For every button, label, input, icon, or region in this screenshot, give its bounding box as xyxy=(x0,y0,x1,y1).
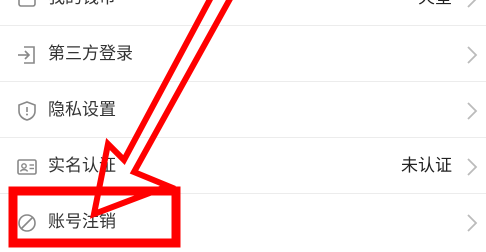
settings-row-label: 账号注销 xyxy=(48,212,116,232)
settings-row-wallet[interactable]: 我的钱币 火星 xyxy=(0,0,486,26)
settings-row-real-name[interactable]: 实名认证 未认证 xyxy=(0,138,486,194)
settings-row-delete-account[interactable]: 账号注销 xyxy=(0,194,486,250)
settings-row-label: 实名认证 xyxy=(48,156,116,176)
settings-row-label: 第三方登录 xyxy=(48,44,133,64)
chevron-right-icon xyxy=(466,45,478,65)
chevron-right-icon xyxy=(466,213,478,233)
settings-row-value: 火星 xyxy=(418,0,452,10)
settings-row-privacy[interactable]: 隐私设置 xyxy=(0,82,486,138)
shield-icon xyxy=(16,100,38,122)
settings-row-label: 我的钱币 xyxy=(48,0,116,10)
settings-row-value: 未认证 xyxy=(401,156,452,176)
chevron-right-icon xyxy=(466,0,478,9)
cancel-icon xyxy=(16,212,38,234)
id-card-icon xyxy=(16,156,38,178)
chevron-right-icon xyxy=(466,157,478,177)
settings-row-third-party-login[interactable]: 第三方登录 xyxy=(0,26,486,82)
login-icon xyxy=(16,44,38,66)
wallet-icon xyxy=(16,0,38,10)
settings-row-label: 隐私设置 xyxy=(48,100,116,120)
chevron-right-icon xyxy=(466,101,478,121)
